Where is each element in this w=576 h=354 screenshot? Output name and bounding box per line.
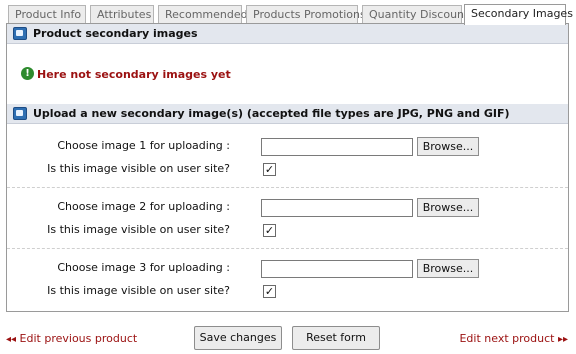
secondary-images-header: Product secondary images xyxy=(7,24,568,44)
image-frame-icon xyxy=(13,107,27,120)
visible-label: Is this image visible on user site? xyxy=(47,223,230,236)
upload-row: Choose image 3 for uploading : Browse...… xyxy=(7,249,568,309)
double-right-arrow-icon: ▸▸ xyxy=(557,334,568,345)
tab-quantity-discounts[interactable]: Quantity Discounts xyxy=(362,5,474,23)
file-path-input[interactable] xyxy=(261,199,413,217)
choose-image-label: Choose image 2 for uploading : xyxy=(57,200,230,213)
upload-header: Upload a new secondary image(s) (accepte… xyxy=(7,104,568,124)
section-title: Product secondary images xyxy=(33,27,198,40)
prev-link-text: Edit previous product xyxy=(19,332,138,345)
tab-secondary-images[interactable]: Secondary Images xyxy=(464,4,573,25)
visible-checkbox[interactable]: ✓ xyxy=(263,285,276,298)
empty-message: ! Here not secondary images yet xyxy=(21,67,231,81)
visible-checkbox[interactable]: ✓ xyxy=(263,224,276,237)
checkmark-icon: ✓ xyxy=(264,285,275,298)
visible-label: Is this image visible on user site? xyxy=(47,162,230,175)
upload-row: Choose image 1 for uploading : Browse...… xyxy=(7,127,568,188)
browse-button[interactable]: Browse... xyxy=(417,259,479,278)
tab-label: Products Promotions xyxy=(253,8,366,21)
secondary-images-panel: Product secondary images ! Here not seco… xyxy=(6,23,569,312)
visible-label: Is this image visible on user site? xyxy=(47,284,230,297)
browse-button[interactable]: Browse... xyxy=(417,137,479,156)
next-link-text: Edit next product xyxy=(459,332,555,345)
image-frame-icon xyxy=(13,27,27,40)
edit-previous-product-link[interactable]: ◂◂ Edit previous product xyxy=(6,332,137,345)
tab-label: Quantity Discounts xyxy=(369,8,475,21)
section-title: Upload a new secondary image(s) (accepte… xyxy=(33,107,510,120)
tab-label: Product Info xyxy=(15,8,82,21)
upload-row: Choose image 2 for uploading : Browse...… xyxy=(7,188,568,249)
save-changes-button[interactable]: Save changes xyxy=(194,326,282,350)
tab-products-promotions[interactable]: Products Promotions xyxy=(246,5,366,23)
tab-attributes[interactable]: Attributes xyxy=(90,5,154,23)
browse-button[interactable]: Browse... xyxy=(417,198,479,217)
empty-message-text: Here not secondary images yet xyxy=(37,68,231,81)
tab-bar: Product Info Attributes Recommended Prod… xyxy=(8,4,573,25)
edit-next-product-link[interactable]: Edit next product ▸▸ xyxy=(459,332,568,345)
file-path-input[interactable] xyxy=(261,138,413,156)
double-left-arrow-icon: ◂◂ xyxy=(6,334,17,345)
visible-checkbox[interactable]: ✓ xyxy=(263,163,276,176)
checkmark-icon: ✓ xyxy=(264,163,275,176)
tab-label: Attributes xyxy=(97,8,152,21)
reset-form-button[interactable]: Reset form xyxy=(292,326,380,350)
checkmark-icon: ✓ xyxy=(264,224,275,237)
tab-label: Recommended xyxy=(165,8,248,21)
tab-product-info[interactable]: Product Info xyxy=(8,5,86,23)
info-circle-icon: ! xyxy=(21,67,34,80)
tab-recommended[interactable]: Recommended xyxy=(158,5,248,23)
file-path-input[interactable] xyxy=(261,260,413,278)
choose-image-label: Choose image 1 for uploading : xyxy=(57,139,230,152)
tab-label: Secondary Images xyxy=(471,7,573,20)
choose-image-label: Choose image 3 for uploading : xyxy=(57,261,230,274)
